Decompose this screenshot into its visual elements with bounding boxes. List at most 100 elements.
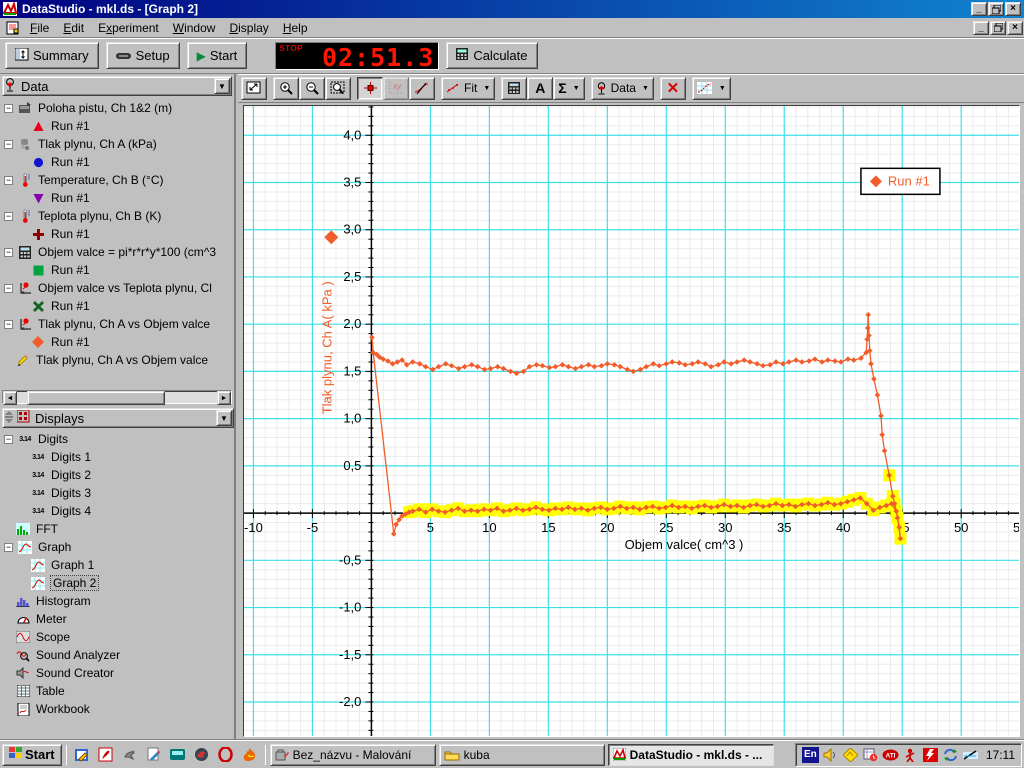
setup-button[interactable]: Setup — [106, 42, 180, 69]
menu-window[interactable]: Window — [166, 19, 223, 37]
quicklaunch-flame-icon[interactable] — [239, 744, 261, 766]
data-run-tlak-plynu-ch-a-vs-objem-valce-run-1[interactable]: Run #1 — [0, 333, 234, 351]
data-panel-header[interactable]: Data ▼ — [2, 76, 232, 96]
display-run-digits-digits-4[interactable]: 3.14Digits 4 — [0, 502, 236, 520]
data-item-tlak-plynu-ch-a-kpa[interactable]: −Tlak plynu, Ch A (kPa) — [0, 135, 234, 153]
data-item-teplota-plynu-ch-b-k[interactable]: −Teplota plynu, Ch B (K) — [0, 207, 234, 225]
calculate-tool-button[interactable] — [501, 77, 527, 100]
data-item-tlak-plynu-ch-a-vs-objem-valce[interactable]: −xTlak plynu, Ch A vs Objem valce — [0, 315, 234, 333]
display-item-scope[interactable]: Scope — [0, 628, 236, 646]
expand-box[interactable]: − — [4, 176, 13, 185]
child-minimize-button[interactable]: _ — [973, 21, 989, 35]
child-close-button[interactable]: × — [1007, 21, 1023, 35]
display-item-graph[interactable]: −Graph — [0, 538, 236, 556]
xy-tool-button[interactable]: xy — [383, 77, 409, 100]
plot-area[interactable]: -10-5510152025303540455055-2,0-1,5-1,0-0… — [243, 105, 1020, 737]
quicklaunch-imaging-icon[interactable] — [143, 744, 165, 766]
data-run-teplota-plynu-ch-b-k-run-1[interactable]: Run #1 — [0, 225, 234, 243]
statistics-tool-button[interactable]: Σ▼ — [553, 77, 584, 100]
child-window-icon[interactable] — [4, 20, 21, 36]
scroll-thumb[interactable] — [27, 391, 165, 405]
tray-scheduler-icon[interactable] — [862, 746, 879, 763]
data-menu-button[interactable]: Data▼ — [591, 77, 654, 100]
menu-file[interactable]: File — [23, 19, 56, 37]
expand-box[interactable]: − — [4, 104, 13, 113]
data-run-tlak-plynu-ch-a-kpa-run-1[interactable]: Run #1 — [0, 153, 234, 171]
expand-box[interactable]: − — [4, 248, 13, 257]
displays-panel-dropdown[interactable]: ▼ — [216, 410, 232, 426]
tray-lightning-icon[interactable] — [922, 746, 939, 763]
delete-tool-button[interactable]: ✕ — [660, 77, 686, 100]
child-restore-button[interactable] — [990, 21, 1006, 35]
quicklaunch-terminal-icon[interactable] — [167, 744, 189, 766]
menu-display[interactable]: Display — [222, 19, 275, 37]
data-item-objem-valce-vs-teplota-plynu-c[interactable]: −xObjem valce vs Teplota plynu, Cl — [0, 279, 234, 297]
expand-box[interactable]: − — [4, 320, 13, 329]
display-item-fft[interactable]: FFT — [0, 520, 236, 538]
displays-panel-header[interactable]: Displays ▼ — [2, 408, 234, 428]
display-run-graph-graph-2[interactable]: Graph 2 — [0, 574, 236, 592]
data-panel-hscrollbar[interactable]: ◄ ► — [2, 390, 232, 404]
scroll-right-arrow[interactable]: ► — [217, 391, 231, 405]
graph-2-chart[interactable]: -10-5510152025303540455055-2,0-1,5-1,0-0… — [244, 106, 1019, 736]
scale-to-fit-button[interactable] — [241, 77, 267, 100]
data-run-objem-valce-vs-teplota-plynu-c-run-1[interactable]: Run #1 — [0, 297, 234, 315]
text-tool-button[interactable]: A — [527, 77, 553, 100]
task-bez-n-zvu-malov-n[interactable]: Bez_názvu - Malování — [270, 744, 436, 766]
quicklaunch-bird-icon[interactable] — [119, 744, 141, 766]
display-item-workbook[interactable]: Workbook — [0, 700, 236, 718]
zoom-select-button[interactable] — [325, 77, 351, 100]
data-item-tlak-plynu-ch-a-vs-objem-valce[interactable]: Tlak plynu, Ch A vs Objem valce — [0, 351, 234, 369]
zoom-out-button[interactable] — [299, 77, 325, 100]
expand-box[interactable]: − — [4, 435, 13, 444]
graph-settings-button[interactable]: ▼ — [692, 77, 731, 100]
display-item-meter[interactable]: Meter — [0, 610, 236, 628]
tray-language-icon[interactable]: En — [802, 746, 819, 763]
start-menu-button[interactable]: Start — [2, 744, 62, 766]
data-run-poloha-pistu-ch-1-2-m-run-1[interactable]: Run #1 — [0, 117, 234, 135]
calculate-button[interactable]: Calculate — [446, 42, 537, 69]
data-item-poloha-pistu-ch-1-2-m[interactable]: −Poloha pistu, Ch 1&2 (m) — [0, 99, 234, 117]
display-run-graph-graph-1[interactable]: Graph 1 — [0, 556, 236, 574]
menu-edit[interactable]: Edit — [56, 19, 91, 37]
menu-help[interactable]: Help — [276, 19, 315, 37]
display-run-digits-digits-2[interactable]: 3.14Digits 2 — [0, 466, 236, 484]
splitter-icon[interactable] — [4, 411, 14, 426]
display-item-table[interactable]: Table — [0, 682, 236, 700]
data-run-temperature-ch-b-c-run-1[interactable]: Run #1 — [0, 189, 234, 207]
data-run-objem-valce-pi-r-r-y-100-cm-3-run-1[interactable]: Run #1 — [0, 261, 234, 279]
display-item-sound-creator[interactable]: Sound Creator — [0, 664, 236, 682]
display-item-digits[interactable]: −3.14Digits — [0, 430, 236, 448]
close-button[interactable]: × — [1005, 2, 1021, 16]
menu-experiment[interactable]: Experiment — [91, 19, 166, 37]
tray-wave-icon[interactable] — [962, 746, 979, 763]
display-run-digits-digits-3[interactable]: 3.14Digits 3 — [0, 484, 236, 502]
start-button[interactable]: ▶ Start — [187, 42, 248, 69]
display-item-histogram[interactable]: Histogram — [0, 592, 236, 610]
quicklaunch-acrobat-icon[interactable] — [95, 744, 117, 766]
expand-box[interactable]: − — [4, 284, 13, 293]
expand-box[interactable]: − — [4, 212, 13, 221]
smart-tool-button[interactable] — [357, 77, 383, 100]
fit-menu-button[interactable]: Fit▼ — [441, 77, 495, 100]
expand-box[interactable]: − — [4, 543, 13, 552]
quicklaunch-compose-icon[interactable] — [71, 744, 93, 766]
restore-button[interactable] — [988, 2, 1004, 16]
tray-yellow-diamond-icon[interactable] — [842, 746, 859, 763]
zoom-in-button[interactable] — [273, 77, 299, 100]
data-panel-dropdown[interactable]: ▼ — [214, 78, 230, 94]
quicklaunch-dragon-icon[interactable] — [191, 744, 213, 766]
task-datastudio-mkl-ds[interactable]: DataStudio - mkl.ds - ... — [608, 744, 774, 766]
slope-tool-button[interactable] — [409, 77, 435, 100]
data-item-temperature-ch-b-c[interactable]: −Temperature, Ch B (°C) — [0, 171, 234, 189]
summary-button[interactable]: Summary — [5, 42, 99, 69]
data-item-objem-valce-pi-r-r-y-100-cm-3[interactable]: −Objem valce = pi*r*r*y*100 (cm^3 — [0, 243, 234, 261]
task-kuba[interactable]: kuba — [439, 744, 605, 766]
tray-sync-icon[interactable] — [942, 746, 959, 763]
tray-red-figure-icon[interactable] — [902, 746, 919, 763]
tray-volume-icon[interactable] — [822, 746, 839, 763]
display-run-digits-digits-1[interactable]: 3.14Digits 1 — [0, 448, 236, 466]
quicklaunch-opera-icon[interactable] — [215, 744, 237, 766]
scroll-left-arrow[interactable]: ◄ — [3, 391, 17, 405]
minimize-button[interactable]: _ — [971, 2, 987, 16]
